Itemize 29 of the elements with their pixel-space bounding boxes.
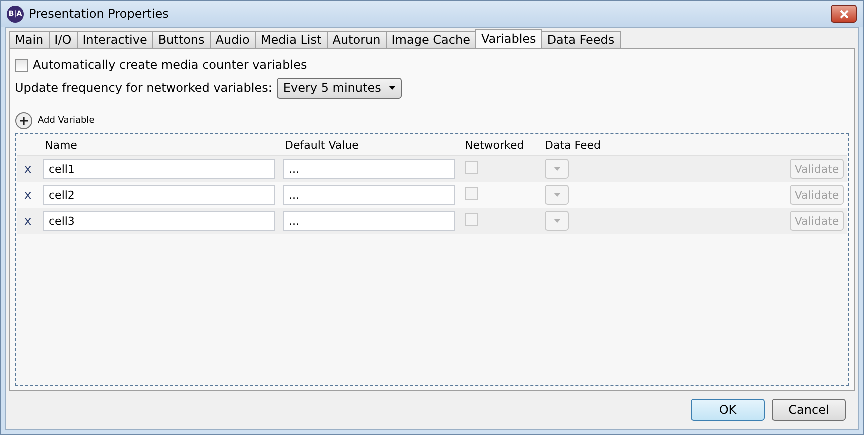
checkbox-label: Automatically create media counter variables (33, 58, 308, 72)
field-label: Update frequency for networked variables: (15, 81, 272, 95)
dialog-button[interactable]: OK (691, 399, 765, 421)
window-title: Presentation Properties (29, 7, 170, 21)
caret-icon (389, 86, 396, 90)
plus-icon (15, 112, 33, 130)
checkbox[interactable] (15, 58, 28, 72)
tab[interactable]: Data Feeds (541, 31, 621, 48)
tab[interactable]: Main (9, 31, 50, 48)
close-icon (840, 10, 848, 18)
tab[interactable]: Buttons (152, 31, 211, 48)
column-header: Data Feed (544, 138, 602, 152)
caret-icon (554, 167, 560, 171)
tab[interactable]: Media List (254, 31, 328, 48)
tab[interactable]: Variables (475, 29, 542, 48)
tab[interactable]: Interactive (76, 31, 154, 48)
tab[interactable]: I/O (48, 31, 78, 48)
tab[interactable]: Autorun (326, 31, 387, 48)
tab[interactable]: Audio (210, 31, 256, 48)
add-variable-button[interactable]: Add Variable (15, 111, 849, 131)
caret-icon (554, 193, 560, 197)
dialog-button[interactable]: Cancel (772, 399, 846, 421)
column-header: Name (44, 138, 78, 152)
column-header: Networked (464, 138, 526, 152)
caret-icon (554, 219, 560, 223)
close-button[interactable] (831, 5, 857, 23)
tab[interactable]: Image Cache (386, 31, 476, 48)
frequency-dropdown[interactable]: Every 5 minutes (277, 78, 402, 98)
column-header: Default Value (284, 138, 360, 152)
